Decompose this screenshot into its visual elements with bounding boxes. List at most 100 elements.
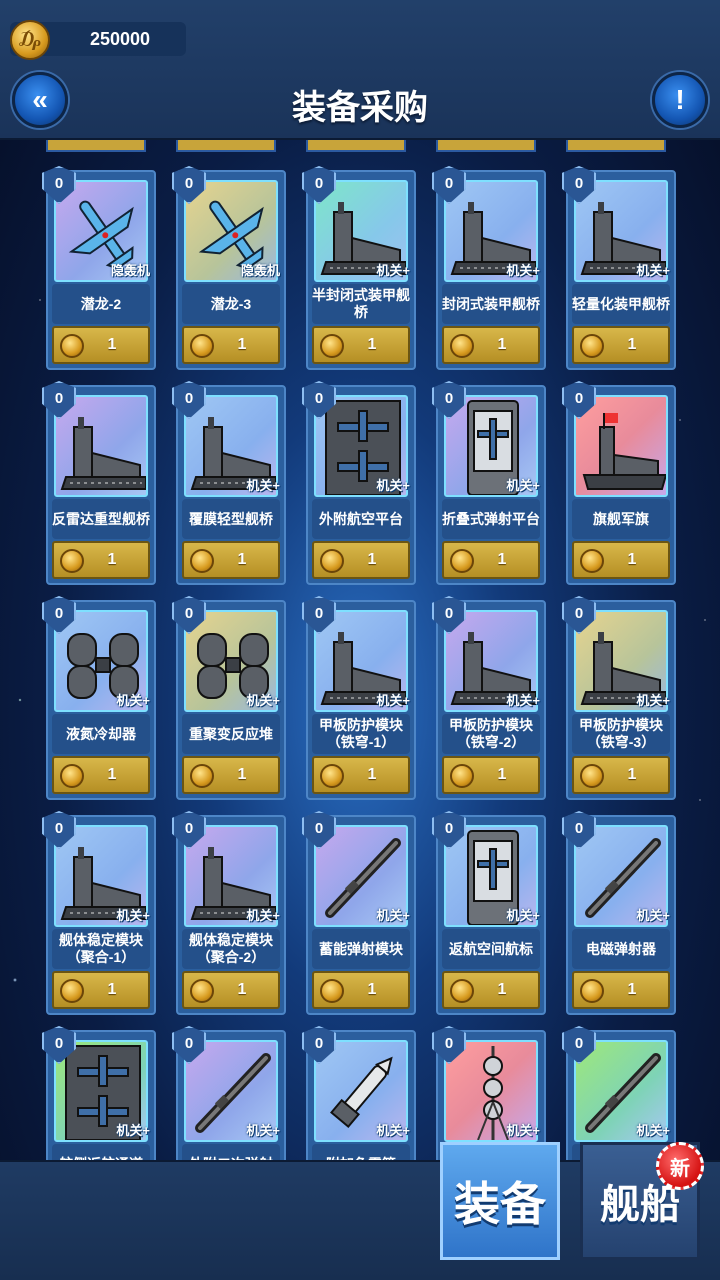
- equipment-card[interactable]: 0机关+外附二次弹射1: [172, 1026, 286, 1160]
- buy-button[interactable]: 1: [312, 541, 410, 579]
- price-value: 1: [627, 981, 637, 998]
- equipment-tag: 隐轰机: [240, 263, 280, 278]
- equipment-card[interactable]: 0 旗舰军旗 1: [562, 381, 676, 585]
- price-value: 1: [627, 336, 637, 353]
- price-value: 1: [497, 551, 507, 568]
- coin-icon: [60, 979, 84, 1003]
- equipment-card[interactable]: 0 反雷达重型舰桥 1: [42, 381, 156, 585]
- equipment-tag: 机关+: [636, 263, 670, 278]
- equipment-card[interactable]: 0 机关+ 蓄能弹射模块 1: [302, 811, 416, 1015]
- equipment-card[interactable]: 0 隐轰机 潜龙-2 1: [42, 166, 156, 370]
- price-value: 1: [367, 766, 377, 783]
- price-value: 1: [497, 766, 507, 783]
- card-stub: [306, 140, 406, 152]
- buy-button[interactable]: 1: [442, 756, 540, 794]
- equipment-card[interactable]: 0 机关+ 甲板防护模块（铁穹-3） 1: [562, 596, 676, 800]
- buy-button[interactable]: 1: [182, 971, 280, 1009]
- equipment-tag: 机关+: [506, 1123, 540, 1138]
- buy-button[interactable]: 1: [442, 971, 540, 1009]
- equipment-tag: 机关+: [116, 693, 150, 708]
- buy-button[interactable]: 1: [442, 541, 540, 579]
- buy-button[interactable]: 1: [182, 541, 280, 579]
- equipment-tag: 机关+: [246, 478, 280, 493]
- equipment-card[interactable]: 0机关+附加鱼雷管1: [302, 1026, 416, 1160]
- equipment-name: 返航空间航标: [442, 929, 540, 969]
- equipment-card[interactable]: 0 机关+ 半封闭式装甲舰桥 1: [302, 166, 416, 370]
- price-value: 1: [237, 766, 247, 783]
- equipment-tag: 机关+: [376, 263, 410, 278]
- coin-icon: [450, 979, 474, 1003]
- equipment-card[interactable]: 0 机关+ 重聚变反应堆 1: [172, 596, 286, 800]
- coin-icon: [580, 764, 604, 788]
- equipment-name: 甲板防护模块（铁穹-3）: [572, 714, 670, 754]
- buy-button[interactable]: 1: [52, 326, 150, 364]
- equipment-card[interactable]: 0 机关+ 返航空间航标 1: [432, 811, 546, 1015]
- price-value: 1: [367, 336, 377, 353]
- price-value: 1: [497, 981, 507, 998]
- ship-bridge-icon: [56, 397, 146, 495]
- buy-button[interactable]: 1: [442, 326, 540, 364]
- buy-button[interactable]: 1: [572, 326, 670, 364]
- price-value: 1: [367, 981, 377, 998]
- equipment-card[interactable]: 0机关+舷侧返航通道1: [42, 1026, 156, 1160]
- coin-icon: [450, 549, 474, 573]
- equipment-card[interactable]: 0 机关+ 轻量化装甲舰桥 1: [562, 166, 676, 370]
- flag-ship-icon: [576, 397, 666, 495]
- equipment-tag: 机关+: [506, 693, 540, 708]
- equipment-card[interactable]: 0 机关+ 舰体稳定模块（聚合-1） 1: [42, 811, 156, 1015]
- price-value: 1: [237, 981, 247, 998]
- buy-button[interactable]: 1: [312, 756, 410, 794]
- equipment-name: 舰体稳定模块（聚合-2）: [182, 929, 280, 969]
- equipment-card[interactable]: 0机关+1: [562, 1026, 676, 1160]
- equipment-card[interactable]: 0机关+信仰东尖塔1: [432, 1026, 546, 1160]
- info-button[interactable]: !: [652, 72, 708, 128]
- buy-button[interactable]: 1: [52, 971, 150, 1009]
- equipment-tag: 机关+: [376, 693, 410, 708]
- bottom-bar: 装备 舰船: [0, 1142, 720, 1280]
- equipment-grid[interactable]: 0 隐轰机 潜龙-2 1 0 隐轰机 潜龙-3 1 0 机关+ 半封闭式装甲舰桥 1 0 机关: [0, 140, 720, 1160]
- buy-button[interactable]: 1: [572, 541, 670, 579]
- buy-button[interactable]: 1: [52, 541, 150, 579]
- card-stub: [176, 140, 276, 152]
- equipment-tag: 机关+: [246, 1123, 280, 1138]
- equipment-name: 甲板防护模块（铁穹-1）: [312, 714, 410, 754]
- buy-button[interactable]: 1: [572, 756, 670, 794]
- equipment-card[interactable]: 0 机关+ 液氮冷却器 1: [42, 596, 156, 800]
- equipment-tag: 机关+: [636, 1123, 670, 1138]
- price-value: 1: [237, 551, 247, 568]
- price-value: 1: [497, 336, 507, 353]
- coin-icon: [320, 334, 344, 358]
- equipment-name: 旗舰军旗: [572, 499, 670, 539]
- buy-button[interactable]: 1: [312, 971, 410, 1009]
- equipment-card[interactable]: 0 机关+ 折叠式弹射平台 1: [432, 381, 546, 585]
- buy-button[interactable]: 1: [52, 756, 150, 794]
- exclamation-icon: !: [675, 84, 685, 115]
- equipment-card[interactable]: 0 机关+ 外附航空平台 1: [302, 381, 416, 585]
- tab-equipment[interactable]: 装备: [440, 1142, 560, 1260]
- equipment-name: 轻量化装甲舰桥: [572, 284, 670, 324]
- equipment-name: 电磁弹射器: [572, 929, 670, 969]
- coin-icon: [190, 549, 214, 573]
- equipment-card[interactable]: 0 机关+ 覆膜轻型舰桥 1: [172, 381, 286, 585]
- equipment-tag: 机关+: [636, 693, 670, 708]
- equipment-name: 封闭式装甲舰桥: [442, 284, 540, 324]
- equipment-tag: 机关+: [116, 908, 150, 923]
- coin-icon: ₯: [10, 20, 50, 60]
- buy-button[interactable]: 1: [572, 971, 670, 1009]
- equipment-card[interactable]: 0 机关+ 甲板防护模块（铁穹-2） 1: [432, 596, 546, 800]
- buy-button[interactable]: 1: [182, 326, 280, 364]
- equipment-card[interactable]: 0 机关+ 封闭式装甲舰桥 1: [432, 166, 546, 370]
- equipment-card[interactable]: 0 机关+ 电磁弹射器 1: [562, 811, 676, 1015]
- equipment-name: 甲板防护模块（铁穹-2）: [442, 714, 540, 754]
- equipment-name: 潜龙-2: [52, 284, 150, 324]
- card-stub: [46, 140, 146, 152]
- price-value: 1: [367, 551, 377, 568]
- buy-button[interactable]: 1: [312, 326, 410, 364]
- equipment-tag: 机关+: [376, 908, 410, 923]
- equipment-card[interactable]: 0 隐轰机 潜龙-3 1: [172, 166, 286, 370]
- equipment-tag: 机关+: [636, 908, 670, 923]
- buy-button[interactable]: 1: [182, 756, 280, 794]
- equipment-card[interactable]: 0 机关+ 甲板防护模块（铁穹-1） 1: [302, 596, 416, 800]
- equipment-card[interactable]: 0 机关+ 舰体稳定模块（聚合-2） 1: [172, 811, 286, 1015]
- coin-icon: [190, 764, 214, 788]
